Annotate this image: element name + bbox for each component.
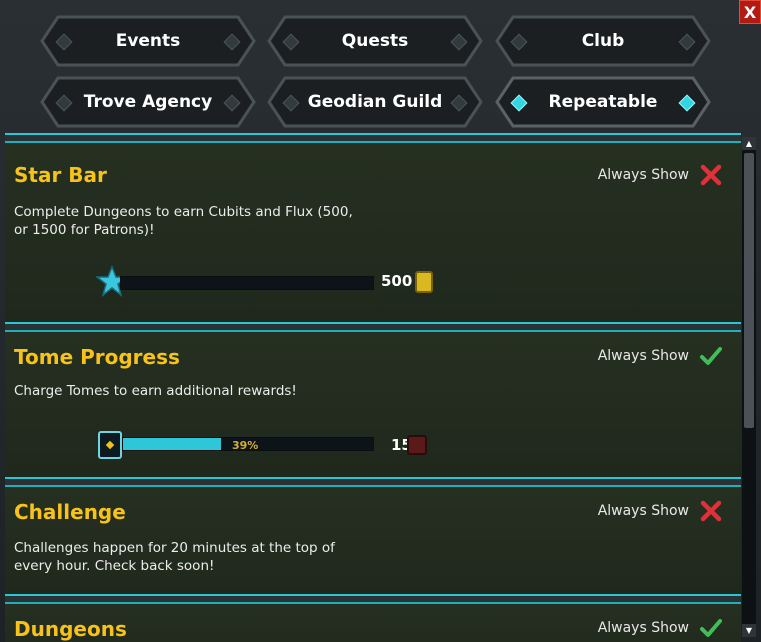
scroll-up-button[interactable]: ▲ — [742, 137, 756, 150]
reward-value: 500 — [381, 272, 413, 290]
scrollbar[interactable]: ▲ ▼ — [742, 137, 756, 637]
progress-percent: 39% — [232, 439, 259, 452]
tab-club[interactable]: Club — [495, 15, 711, 67]
section-description: Challenges happen for 20 minutes at the … — [14, 540, 335, 574]
check-icon[interactable] — [699, 344, 723, 368]
scroll-down-button[interactable]: ▼ — [742, 624, 756, 637]
cross-icon[interactable] — [699, 163, 723, 187]
tab-label: Repeatable — [548, 92, 658, 112]
quest-list: Star Bar Always Show Complete Dungeons t… — [5, 133, 741, 642]
tab-events[interactable]: Events — [40, 15, 256, 67]
progress-fill — [123, 438, 221, 450]
tome-icon — [98, 431, 122, 459]
section-divider — [5, 322, 741, 332]
tab-label: Quests — [341, 31, 409, 51]
check-icon[interactable] — [699, 616, 723, 640]
tome-reward-icon — [407, 435, 427, 455]
section-challenge: Challenge Always Show Challenges happen … — [5, 487, 741, 595]
tab-label: Events — [115, 31, 181, 51]
section-divider — [5, 594, 741, 604]
scroll-thumb[interactable] — [744, 153, 754, 428]
tab-trove-agency[interactable]: Trove Agency — [40, 76, 256, 128]
cross-icon[interactable] — [699, 499, 723, 523]
tab-bar: Events Quests Club Trove Agency Geodian … — [40, 15, 720, 128]
close-button[interactable]: X — [739, 0, 761, 24]
tab-repeatable[interactable]: Repeatable — [495, 76, 711, 128]
tab-quests[interactable]: Quests — [267, 15, 483, 67]
tab-label: Club — [581, 31, 625, 51]
tab-label: Trove Agency — [83, 92, 213, 112]
quest-window: X Events Quests Club Trove Agency Geodia… — [0, 0, 761, 642]
section-title: Star Bar — [14, 163, 107, 187]
always-show-label: Always Show — [597, 503, 689, 519]
section-divider — [5, 133, 741, 143]
section-title: Challenge — [14, 500, 126, 524]
section-divider — [5, 477, 741, 487]
section-description: Charge Tomes to earn additional rewards! — [14, 383, 297, 399]
section-title: Tome Progress — [14, 345, 180, 369]
always-show-label: Always Show — [597, 348, 689, 364]
tab-geodian-guild[interactable]: Geodian Guild — [267, 76, 483, 128]
section-star-bar: Star Bar Always Show Complete Dungeons t… — [5, 143, 741, 323]
section-tome-progress: Tome Progress Always Show Charge Tomes t… — [5, 332, 741, 477]
star-progress-bar — [120, 276, 374, 290]
tab-label: Geodian Guild — [307, 92, 443, 112]
cubit-icon — [415, 271, 433, 293]
always-show-label: Always Show — [597, 167, 689, 183]
section-description: Complete Dungeons to earn Cubits and Flu… — [14, 204, 353, 238]
always-show-label: Always Show — [597, 620, 689, 636]
section-dungeons: Dungeons Always Show — [5, 604, 741, 642]
section-title: Dungeons — [14, 617, 127, 641]
